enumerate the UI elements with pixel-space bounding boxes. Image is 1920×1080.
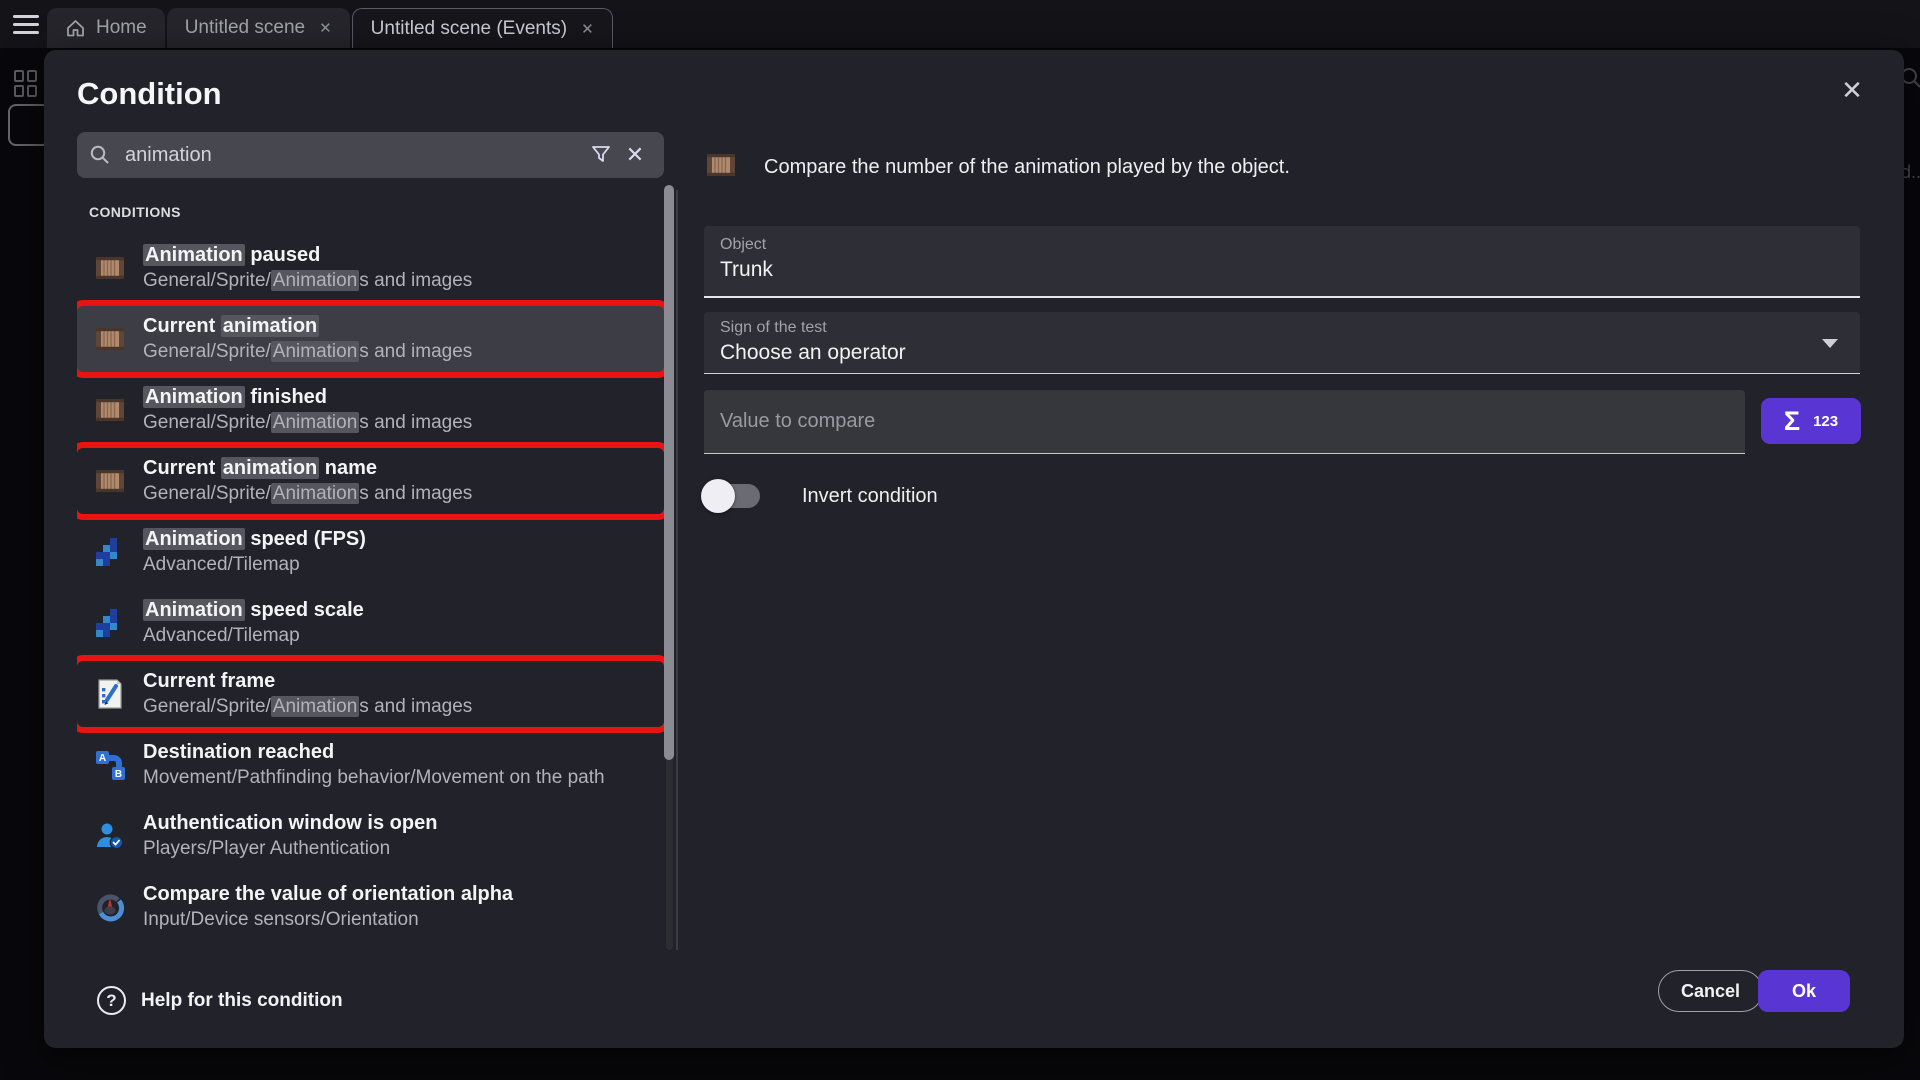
home-icon [65,18,86,38]
object-field-value: Trunk [720,258,1844,282]
scrollbar-thumb[interactable] [664,185,674,760]
condition-title: Animation paused [143,242,472,268]
condition-subtitle: Advanced/Tilemap [143,552,366,578]
tab-label: Untitled scene (Events) [371,18,567,40]
menu-hamburger-icon[interactable] [13,15,39,34]
expression-editor-button[interactable]: Σ 123 [1761,398,1861,444]
condition-item[interactable]: Current frameGeneral/Sprite/Animations a… [77,661,664,727]
tilemap-icon [91,607,129,639]
sigma-icon: Σ [1784,406,1800,437]
film-icon [91,253,129,283]
condition-subtitle: General/Sprite/Animations and images [143,339,472,365]
operator-select[interactable]: Sign of the test Choose an operator [704,312,1860,374]
condition-title: Destination reached [143,739,605,765]
tab-untitled-scene-events[interactable]: Untitled scene (Events) ✕ [352,8,613,48]
condition-dialog: Condition ✕ animation ✕ CONDITIONS Anima… [44,50,1904,1048]
condition-description: Compare the number of the animation play… [764,156,1290,179]
condition-description-row: Compare the number of the animation play… [704,150,1290,185]
search-value: animation [125,144,584,167]
close-tab-icon[interactable]: ✕ [319,19,332,37]
player-authentication-icon [91,821,129,851]
close-tab-icon[interactable]: ✕ [581,20,594,38]
panel-divider [676,190,678,950]
film-icon [91,466,129,496]
tilemap-icon [91,536,129,568]
invert-condition-row: Invert condition [704,478,938,514]
condition-subtitle: General/Sprite/Animations and images [143,410,472,436]
condition-title: Animation speed scale [143,597,364,623]
ok-button[interactable]: Ok [1758,970,1850,1012]
help-question-icon: ? [97,986,126,1015]
cancel-button[interactable]: Cancel [1658,970,1763,1012]
condition-item[interactable]: Animation finishedGeneral/Sprite/Animati… [77,377,664,443]
condition-subtitle: General/Sprite/Animations and images [143,268,472,294]
condition-item[interactable]: AB Destination reachedMovement/Pathfindin… [77,732,664,798]
condition-subtitle: Advanced/Tilemap [143,623,364,649]
svg-text:B: B [115,769,122,780]
tab-label: Untitled scene [185,17,305,39]
film-icon [91,395,129,425]
condition-subtitle: General/Sprite/Animations and images [143,481,472,507]
value-placeholder: Value to compare [720,410,875,433]
svg-text:A: A [99,753,106,764]
value-to-compare-input[interactable]: Value to compare [704,390,1745,454]
conditions-panel: CONDITIONS Animation pausedGeneral/Sprit… [77,200,664,950]
condition-title: Current animation name [143,455,472,481]
condition-title: Current frame [143,668,472,694]
condition-title: Authentication window is open [143,810,437,836]
frame-icon [91,678,129,710]
chevron-down-icon [1822,339,1838,348]
condition-subtitle: Input/Device sensors/Orientation [143,907,513,933]
film-icon [704,150,738,185]
invert-condition-label: Invert condition [802,485,938,508]
condition-title: Animation finished [143,384,472,410]
tab-label: Home [96,17,147,39]
condition-item[interactable]: Current animationGeneral/Sprite/Animatio… [77,306,664,372]
tab-home[interactable]: Home [47,8,165,48]
condition-item[interactable]: Animation pausedGeneral/Sprite/Animation… [77,235,664,301]
help-label: Help for this condition [141,990,343,1012]
clear-search-icon[interactable]: ✕ [618,138,652,172]
condition-subtitle: Movement/Pathfinding behavior/Movement o… [143,765,605,791]
tab-strip: Home Untitled scene ✕ Untitled scene (Ev… [47,8,615,48]
conditions-list: Animation pausedGeneral/Sprite/Animation… [77,230,664,940]
search-input[interactable]: animation ✕ [77,132,664,178]
operator-field-label: Sign of the test [720,319,1844,337]
condition-title: Animation speed (FPS) [143,526,366,552]
search-icon [89,144,111,166]
condition-item[interactable]: Current animation nameGeneral/Sprite/Ani… [77,448,664,514]
condition-subtitle: Players/Player Authentication [143,836,437,862]
condition-item[interactable]: Animation speed scaleAdvanced/Tilemap [77,590,664,656]
pathfinding-icon: AB [91,749,129,781]
dialog-title: Condition [77,76,222,112]
condition-item[interactable]: Animation speed (FPS)Advanced/Tilemap [77,519,664,585]
top-tab-bar: Home Untitled scene ✕ Untitled scene (Ev… [0,0,1920,48]
condition-subtitle: General/Sprite/Animations and images [143,694,472,720]
condition-item[interactable]: Authentication window is openPlayers/Pla… [77,803,664,869]
condition-title: Compare the value of orientation alpha [143,881,513,907]
tab-untitled-scene[interactable]: Untitled scene ✕ [167,8,350,48]
help-link[interactable]: ? Help for this condition [97,986,343,1015]
condition-item[interactable]: Compare the value of orientation alphaIn… [77,874,664,940]
close-icon[interactable]: ✕ [1832,70,1872,110]
filter-icon[interactable] [584,138,618,172]
object-field[interactable]: Object Trunk [704,226,1860,298]
film-icon [91,324,129,354]
operator-field-value: Choose an operator [720,341,1844,365]
object-field-label: Object [720,236,1844,254]
numbers-123-icon: 123 [1813,413,1838,430]
list-section-header: CONDITIONS [77,200,664,230]
invert-condition-toggle[interactable] [704,484,760,508]
orientation-icon [91,891,129,923]
condition-title: Current animation [143,313,472,339]
